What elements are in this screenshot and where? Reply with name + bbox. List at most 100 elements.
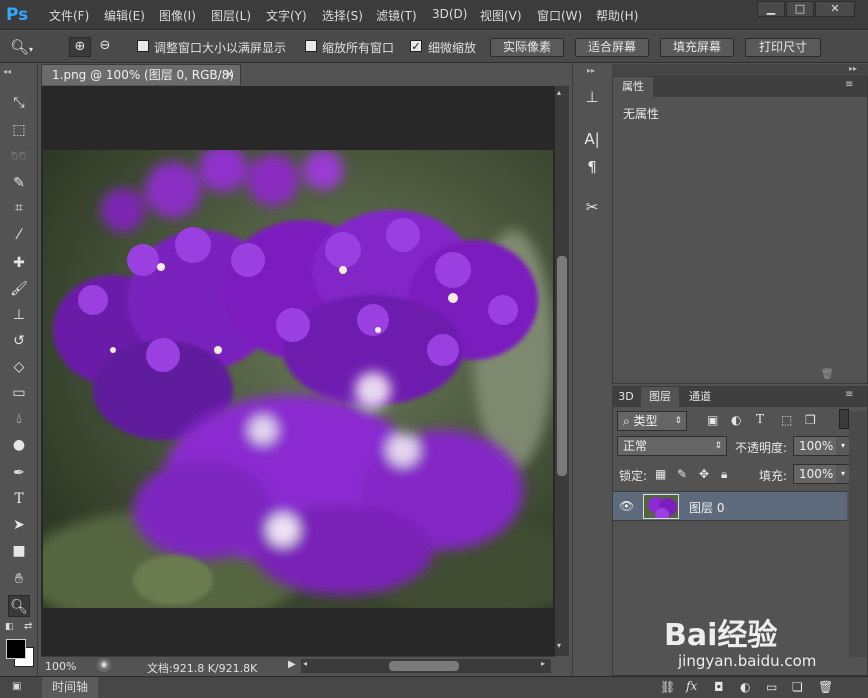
foreground-color-swatch[interactable] bbox=[6, 639, 26, 659]
resize-windows-checkbox[interactable] bbox=[137, 40, 149, 52]
lock-position-icon[interactable]: ✥ bbox=[699, 467, 709, 481]
tab-layers[interactable]: 图层 bbox=[641, 387, 679, 407]
status-expand-icon[interactable]: ▶ bbox=[288, 659, 296, 670]
status-menu-icon[interactable]: ◉ bbox=[97, 658, 111, 672]
menu-3d[interactable]: 3D(D) bbox=[432, 7, 467, 21]
blend-mode-select[interactable]: 正常 ⇕ bbox=[617, 436, 727, 456]
opacity-input[interactable]: 100% ▾ bbox=[793, 436, 850, 456]
fit-screen-button[interactable]: 适合屏幕 bbox=[575, 38, 649, 57]
close-document-icon[interactable]: ✕ bbox=[225, 65, 234, 85]
zoom-in-button[interactable]: ⊕ bbox=[69, 37, 91, 57]
panel-menu-icon[interactable]: ≡ bbox=[845, 79, 853, 90]
fill-dropdown-icon[interactable]: ▾ bbox=[836, 465, 850, 483]
menu-image[interactable]: 图像(I) bbox=[159, 7, 196, 24]
filter-adjustment-icon[interactable]: ◐ bbox=[731, 413, 741, 427]
eyedropper-tool[interactable]: ⁄ bbox=[8, 224, 30, 246]
default-colors-icon[interactable]: ◧ bbox=[5, 622, 14, 632]
collapse-dock-icon[interactable]: ▸▸ bbox=[849, 64, 857, 73]
layer-style-fx-icon[interactable]: fx bbox=[686, 679, 697, 693]
scroll-up-icon[interactable]: ▴ bbox=[557, 88, 561, 97]
dodge-tool[interactable]: ● bbox=[8, 434, 30, 456]
lasso-tool[interactable]: ➿ bbox=[8, 146, 30, 168]
collapse-strip-icon[interactable]: ▸▸ bbox=[587, 66, 595, 75]
menu-layer[interactable]: 图层(L) bbox=[211, 7, 251, 24]
lock-image-icon[interactable]: ✎ bbox=[677, 467, 687, 481]
opacity-dropdown-icon[interactable]: ▾ bbox=[836, 437, 850, 455]
blur-tool[interactable]: 💧︎ bbox=[8, 408, 30, 430]
layer-filter-select[interactable]: ⌕ 类型 ⇕ bbox=[617, 411, 687, 431]
delete-layer-icon[interactable]: 🗑︎ bbox=[818, 680, 833, 694]
menu-filter[interactable]: 滤镜(T) bbox=[376, 7, 417, 24]
history-brush-tool[interactable]: ↺ bbox=[8, 330, 30, 352]
timeline-tab[interactable]: 时间轴 bbox=[42, 677, 99, 698]
tab-channels[interactable]: 通道 bbox=[681, 387, 719, 407]
fill-input[interactable]: 100% ▾ bbox=[793, 464, 850, 484]
filter-shape-icon[interactable]: ⬚ bbox=[781, 413, 792, 427]
scroll-right-icon[interactable]: ▸ bbox=[541, 659, 545, 668]
fill-screen-button[interactable]: 填充屏幕 bbox=[660, 38, 734, 57]
quick-select-tool[interactable]: ✎ bbox=[8, 172, 30, 194]
layers-menu-icon[interactable]: ≡ bbox=[845, 389, 853, 400]
zoom-tool-preset-picker[interactable]: 🔍︎▾ bbox=[10, 36, 44, 58]
zoom-level[interactable]: 100% bbox=[45, 660, 76, 673]
flower-photo[interactable] bbox=[43, 150, 553, 608]
link-layers-icon[interactable]: ⛓ bbox=[660, 680, 675, 694]
zoom-all-windows-checkbox[interactable] bbox=[305, 40, 317, 52]
maximize-button[interactable]: □ bbox=[786, 1, 814, 17]
filter-pixel-icon[interactable]: ▣ bbox=[707, 413, 718, 427]
actual-pixels-button[interactable]: 实际像素 bbox=[490, 38, 564, 57]
vertical-scroll-thumb[interactable] bbox=[557, 256, 567, 476]
crop-tool[interactable]: ⌗ bbox=[8, 197, 30, 219]
eye-icon[interactable]: 👁︎ bbox=[619, 499, 634, 513]
vertical-scrollbar[interactable]: ▴ ▾ bbox=[555, 86, 569, 656]
adjustment-layer-icon[interactable]: ◐ bbox=[740, 680, 750, 694]
print-size-button[interactable]: 打印尺寸 bbox=[745, 38, 821, 57]
pen-tool[interactable]: ✒ bbox=[8, 462, 30, 484]
tool-settings-button[interactable]: ✂ bbox=[581, 198, 603, 220]
eraser-tool[interactable]: ◇ bbox=[8, 356, 30, 378]
zoom-tool[interactable]: 🔍︎ bbox=[8, 595, 30, 617]
layer-row[interactable]: 👁︎ 图层 0 bbox=[613, 491, 847, 521]
type-tool[interactable]: T bbox=[8, 488, 30, 510]
rectangle-tool[interactable]: ■ bbox=[8, 540, 30, 562]
menu-select[interactable]: 选择(S) bbox=[322, 7, 363, 24]
menu-help[interactable]: 帮助(H) bbox=[596, 7, 638, 24]
filter-smart-object-icon[interactable]: ❐ bbox=[805, 413, 816, 427]
lock-all-icon[interactable]: 🔒︎ bbox=[721, 467, 727, 482]
gradient-tool[interactable]: ▭ bbox=[8, 382, 30, 404]
hand-tool[interactable]: ✋︎ bbox=[8, 568, 30, 590]
swap-colors-icon[interactable]: ⇄ bbox=[24, 621, 32, 632]
tab-properties[interactable]: 属性 bbox=[613, 77, 653, 97]
tool-presets-button[interactable]: ⊥ bbox=[581, 88, 603, 110]
tab-3d[interactable]: 3D bbox=[613, 387, 639, 407]
horizontal-scrollbar[interactable]: ◂ ▸ bbox=[301, 659, 551, 673]
add-mask-icon[interactable]: ◘ bbox=[714, 680, 724, 694]
filter-toggle-switch[interactable] bbox=[839, 409, 849, 429]
healing-brush-tool[interactable]: ✚ bbox=[8, 252, 30, 274]
move-tool[interactable]: ⤡ bbox=[8, 92, 30, 114]
menu-edit[interactable]: 编辑(E) bbox=[104, 7, 145, 24]
lock-transparent-icon[interactable]: ▦ bbox=[655, 467, 666, 481]
menu-view[interactable]: 视图(V) bbox=[480, 7, 522, 24]
properties-delete-icon[interactable]: 🗑︎ bbox=[821, 369, 834, 380]
document-tab[interactable]: 1.png @ 100% (图层 0, RGB/8) ✕ bbox=[41, 64, 241, 85]
menu-type[interactable]: 文字(Y) bbox=[266, 7, 307, 24]
scroll-down-icon[interactable]: ▾ bbox=[557, 641, 561, 650]
path-selection-tool[interactable]: ➤ bbox=[8, 514, 30, 536]
clone-stamp-tool[interactable]: ⊥ bbox=[8, 304, 30, 326]
brush-tool[interactable]: 🖌︎ bbox=[8, 278, 30, 300]
collapse-toolbar-icon[interactable]: ◂◂ bbox=[3, 67, 11, 76]
menu-window[interactable]: 窗口(W) bbox=[537, 7, 582, 24]
scrubby-zoom-checkbox[interactable]: ✓ bbox=[410, 40, 422, 52]
minimize-button[interactable]: ▁ bbox=[757, 1, 785, 17]
new-group-icon[interactable]: ▭ bbox=[766, 680, 777, 694]
zoom-out-button[interactable]: ⊖ bbox=[94, 37, 116, 57]
filter-type-icon[interactable]: T bbox=[756, 412, 764, 426]
horizontal-scroll-thumb[interactable] bbox=[389, 661, 459, 671]
scroll-left-icon[interactable]: ◂ bbox=[303, 659, 307, 668]
paragraph-panel-button[interactable]: ¶ bbox=[581, 158, 603, 180]
marquee-tool[interactable]: ⬚ bbox=[8, 119, 30, 141]
character-panel-button[interactable]: A| bbox=[581, 130, 603, 152]
menu-file[interactable]: 文件(F) bbox=[49, 7, 89, 24]
new-layer-icon[interactable]: ❏ bbox=[792, 680, 803, 694]
